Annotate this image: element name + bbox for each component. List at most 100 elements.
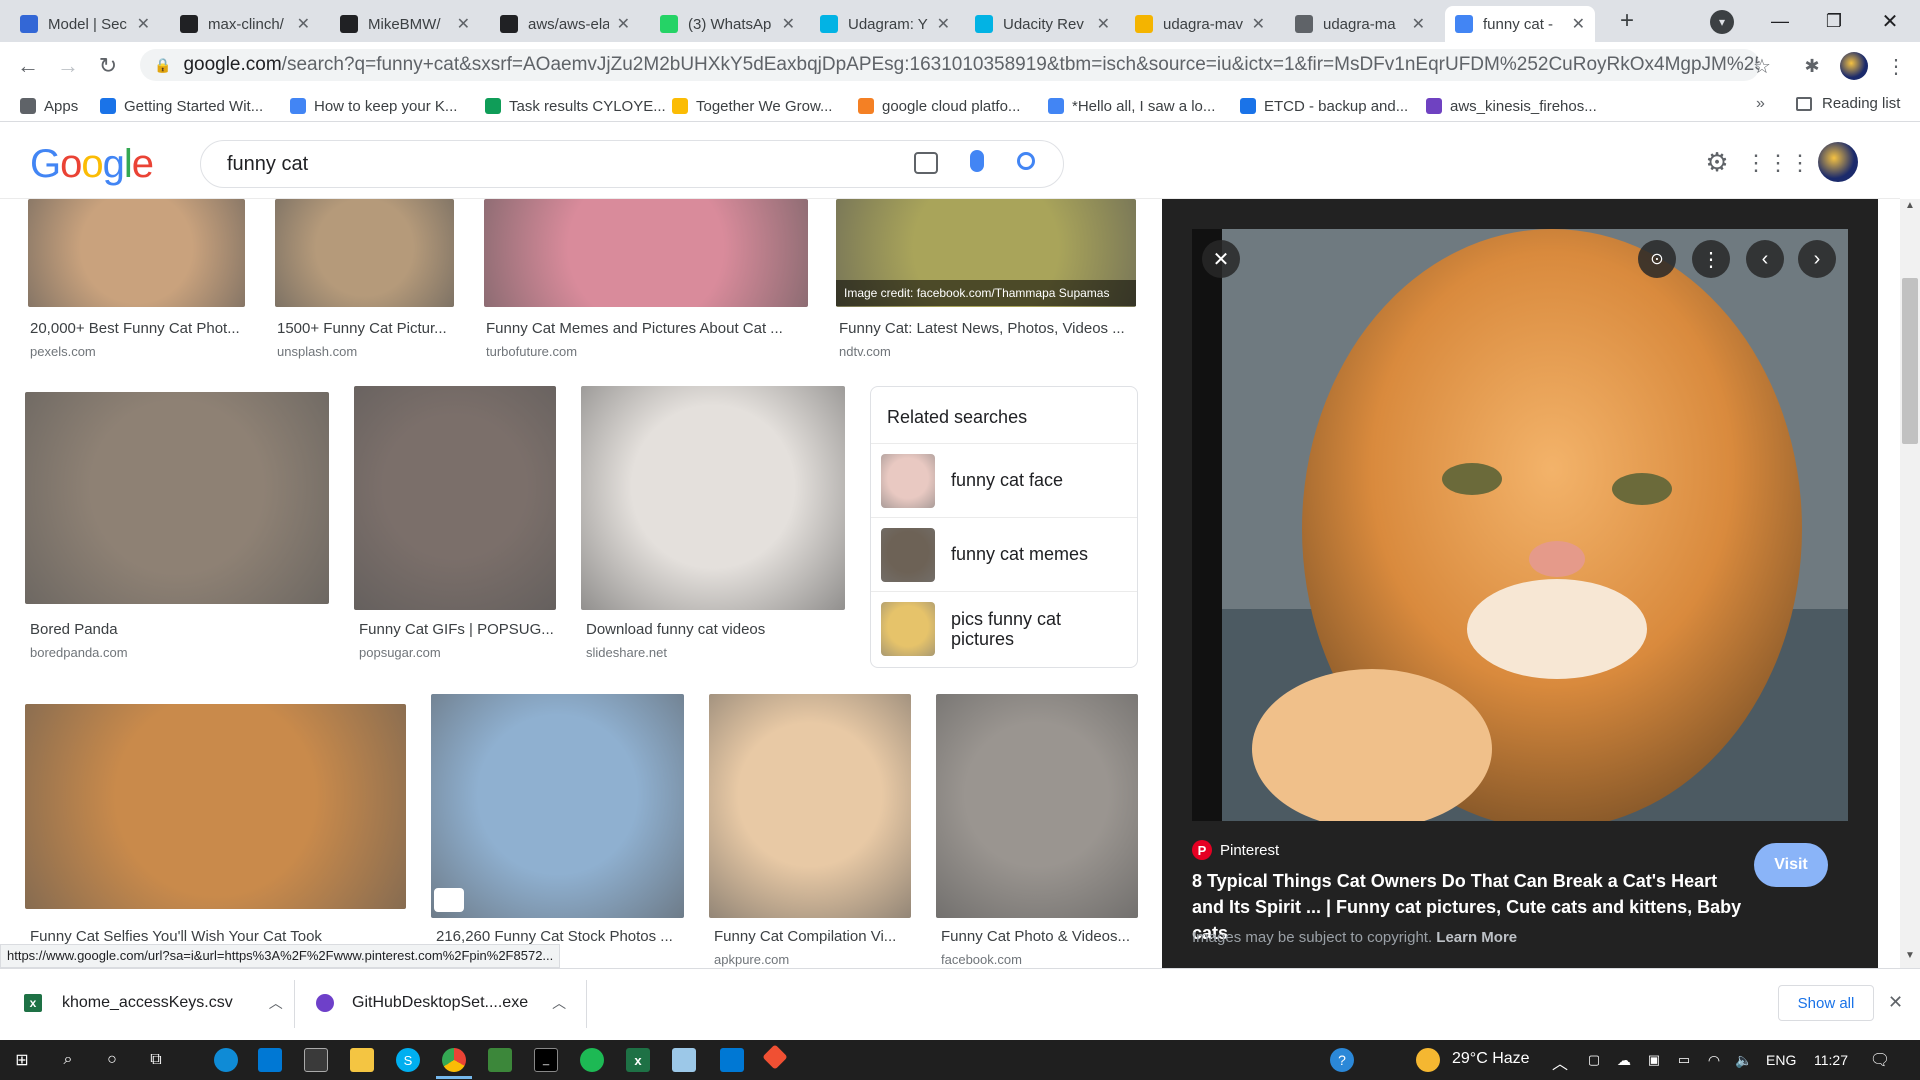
google-logo[interactable]: Google	[30, 142, 154, 187]
visit-button[interactable]: Visit	[1754, 843, 1828, 887]
next-image-icon[interactable]: ›	[1798, 240, 1836, 278]
google-account-avatar[interactable]	[1818, 142, 1858, 182]
tab[interactable]: (3) WhatsAp ✕	[650, 6, 805, 42]
related-search-item[interactable]: funny cat memes	[871, 517, 1137, 591]
bookmark-item[interactable]: Getting Started Wit...	[100, 95, 263, 117]
restore-icon[interactable]: ❐	[1814, 6, 1854, 36]
scrollbar-thumb[interactable]	[1902, 278, 1918, 444]
close-tab-icon[interactable]: ✕	[457, 14, 470, 34]
new-tab-button[interactable]: +	[1612, 6, 1642, 36]
google-apps-icon[interactable]: ⋮⋮⋮	[1745, 150, 1811, 176]
result-caption[interactable]: Funny Cat Compilation Vi...	[714, 928, 896, 945]
bookmark-item[interactable]: aws_kinesis_firehos...	[1426, 95, 1597, 117]
result-thumbnail[interactable]	[28, 199, 245, 307]
result-source[interactable]: ndtv.com	[839, 344, 891, 359]
spotify-icon[interactable]	[580, 1048, 604, 1072]
tab[interactable]: udagra-ma ✕	[1285, 6, 1435, 42]
result-caption[interactable]: 216,260 Funny Cat Stock Photos ...	[436, 928, 673, 945]
bookmark-item[interactable]: Task results CYLOYE...	[485, 95, 666, 117]
edge-icon[interactable]	[214, 1048, 238, 1072]
camera-search-icon[interactable]	[914, 152, 938, 174]
clock-time[interactable]: 11:27	[1814, 1052, 1848, 1068]
close-preview-icon[interactable]: ✕	[1202, 240, 1240, 278]
taskbar-search-icon[interactable]: ⌕	[56, 1048, 80, 1072]
tray-chevron-icon[interactable]: ︿	[1552, 1050, 1568, 1074]
weather-icon[interactable]	[1416, 1048, 1440, 1072]
search-icon[interactable]	[1017, 152, 1035, 170]
close-shelf-icon[interactable]: ✕	[1888, 992, 1903, 1013]
result-source[interactable]: pexels.com	[30, 344, 96, 359]
tab-search-icon[interactable]: ▾	[1710, 10, 1734, 34]
close-tab-icon[interactable]: ✕	[617, 14, 630, 34]
bookmark-item[interactable]: How to keep your K...	[290, 95, 457, 117]
back-icon[interactable]: ←	[14, 52, 42, 80]
close-tab-icon[interactable]: ✕	[1097, 14, 1110, 34]
scroll-up-icon[interactable]: ▲	[1902, 200, 1918, 216]
task-view-icon[interactable]: ⧉	[144, 1048, 168, 1072]
close-tab-icon[interactable]: ✕	[297, 14, 310, 34]
onedrive-icon[interactable]: ☁	[1612, 1048, 1636, 1072]
more-bookmarks-icon[interactable]: »	[1756, 95, 1765, 113]
show-all-downloads-button[interactable]: Show all	[1778, 985, 1874, 1021]
tab[interactable]: max-clinch/ ✕	[170, 6, 320, 42]
result-thumbnail[interactable]	[936, 694, 1138, 918]
result-source[interactable]: slideshare.net	[586, 645, 667, 660]
result-caption[interactable]: Funny Cat Memes and Pictures About Cat .…	[486, 320, 783, 337]
result-source[interactable]: unsplash.com	[277, 344, 357, 359]
result-thumbnail[interactable]	[581, 386, 845, 610]
minimize-icon[interactable]: —	[1760, 6, 1800, 36]
tab[interactable]: Udacity Rev ✕	[965, 6, 1120, 42]
related-search-item[interactable]: funny cat face	[871, 443, 1137, 517]
chrome-icon[interactable]	[442, 1048, 466, 1072]
result-caption[interactable]: Funny Cat Selfies You'll Wish Your Cat T…	[30, 928, 322, 945]
volume-icon[interactable]: 🔈	[1732, 1048, 1756, 1072]
learn-more-link[interactable]: Learn More	[1436, 929, 1517, 946]
result-caption[interactable]: Download funny cat videos	[586, 621, 765, 638]
result-thumbnail[interactable]	[709, 694, 911, 918]
source-row[interactable]: P Pinterest	[1192, 840, 1279, 860]
result-thumbnail[interactable]	[484, 199, 808, 307]
nodejs-icon[interactable]	[488, 1048, 512, 1072]
close-window-icon[interactable]: ✕	[1870, 6, 1910, 36]
result-thumbnail[interactable]	[25, 704, 406, 909]
result-source[interactable]: popsugar.com	[359, 645, 441, 660]
result-caption[interactable]: Bored Panda	[30, 621, 118, 638]
scroll-down-icon[interactable]: ▼	[1902, 950, 1918, 966]
result-thumbnail[interactable]	[25, 392, 329, 604]
related-search-item[interactable]: pics funny cat pictures	[871, 591, 1137, 665]
tray-device-icon[interactable]: ▢	[1582, 1048, 1606, 1072]
notepad-icon[interactable]	[672, 1048, 696, 1072]
forward-icon[interactable]: →	[54, 52, 82, 80]
weather-text[interactable]: 29°C Haze	[1452, 1050, 1530, 1068]
browser-menu-icon[interactable]: ⋮	[1882, 52, 1910, 80]
bookmark-item[interactable]: ETCD - backup and...	[1240, 95, 1408, 117]
tab[interactable]: Model | Sec ✕	[10, 6, 160, 42]
store-icon[interactable]	[304, 1048, 328, 1072]
result-source[interactable]: turbofuture.com	[486, 344, 577, 359]
close-tab-icon[interactable]: ✕	[1572, 14, 1585, 34]
tray-app-icon[interactable]: ▣	[1642, 1048, 1666, 1072]
skype-icon[interactable]: S	[396, 1048, 420, 1072]
result-source[interactable]: facebook.com	[941, 952, 1022, 967]
tab[interactable]: Udagram: Y ✕	[810, 6, 960, 42]
bookmark-item[interactable]: *Hello all, I saw a lo...	[1048, 95, 1215, 117]
profile-avatar[interactable]	[1840, 52, 1868, 80]
mail-icon[interactable]	[258, 1048, 282, 1072]
cortana-icon[interactable]: ○	[100, 1048, 124, 1072]
help-icon[interactable]: ?	[1330, 1048, 1354, 1072]
voice-search-icon[interactable]	[970, 150, 984, 172]
bookmark-item[interactable]: Apps	[20, 95, 78, 117]
battery-icon[interactable]: ▭	[1672, 1048, 1696, 1072]
file-explorer-icon[interactable]	[350, 1048, 374, 1072]
windows-start-icon[interactable]: ⊞	[10, 1048, 34, 1072]
address-bar[interactable]: 🔒 google.com/search?q=funny+cat&sxsrf=AO…	[140, 49, 1760, 81]
excel-icon[interactable]: x	[626, 1048, 650, 1072]
bookmark-star-icon[interactable]: ☆	[1748, 52, 1776, 80]
tab[interactable]: MikeBMW/ ✕	[330, 6, 480, 42]
lens-search-icon[interactable]: ⊙	[1638, 240, 1676, 278]
terminal-icon[interactable]: _	[534, 1048, 558, 1072]
previous-image-icon[interactable]: ‹	[1746, 240, 1784, 278]
download-item[interactable]: GitHubDesktopSet....exe ︿	[316, 988, 566, 1018]
reading-list[interactable]: Reading list	[1796, 95, 1900, 112]
download-chevron-icon[interactable]: ︿	[552, 993, 566, 1013]
